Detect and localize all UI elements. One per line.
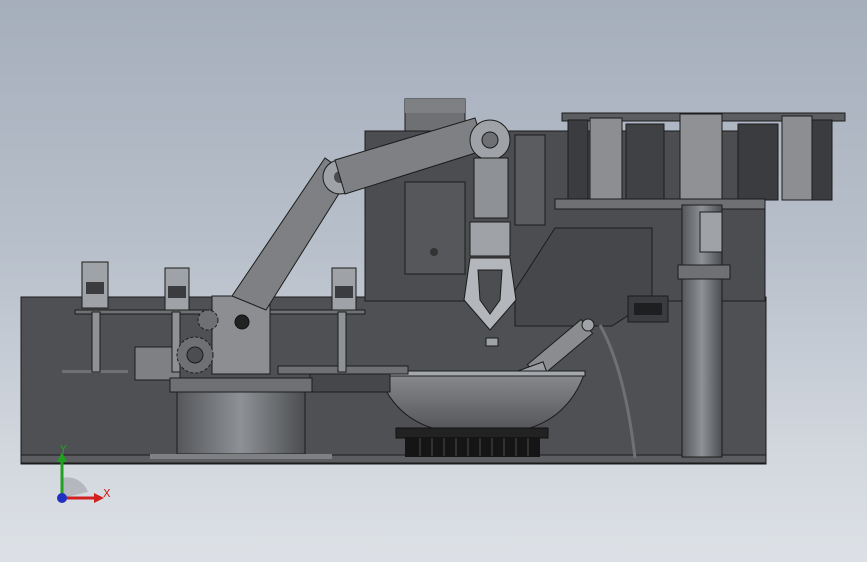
back-frame-inner xyxy=(404,181,466,275)
turntable-cylinder xyxy=(176,391,306,455)
rail-base xyxy=(309,373,391,393)
cad-viewport[interactable]: Y X xyxy=(0,0,867,562)
axis-x-label: X xyxy=(103,487,111,500)
wok-rim xyxy=(377,370,586,377)
wrist-shaft xyxy=(473,157,509,219)
gear-large-hub xyxy=(186,346,204,364)
pump-motor-face xyxy=(634,303,662,315)
base-rail xyxy=(20,454,767,464)
bolt xyxy=(430,248,438,256)
wrist-joint-hub xyxy=(481,131,499,149)
axis-y-label: Y xyxy=(60,443,67,456)
top-mount-face xyxy=(405,99,465,113)
hopper-column xyxy=(514,134,546,226)
turntable-top xyxy=(169,377,313,393)
ladle-pin xyxy=(485,337,499,347)
cooking-robot-assembly[interactable] xyxy=(0,0,867,562)
gear-vertical xyxy=(197,309,219,331)
turntable-foot xyxy=(150,454,332,459)
induction-burner xyxy=(395,427,549,439)
column-bracket xyxy=(677,264,731,280)
wrist-collar xyxy=(469,221,511,257)
dispenser-units xyxy=(567,113,833,205)
burner-fins xyxy=(405,437,540,457)
dispenser-tray xyxy=(554,198,766,210)
shoulder-joint xyxy=(234,314,250,330)
column-clamp xyxy=(699,211,723,253)
